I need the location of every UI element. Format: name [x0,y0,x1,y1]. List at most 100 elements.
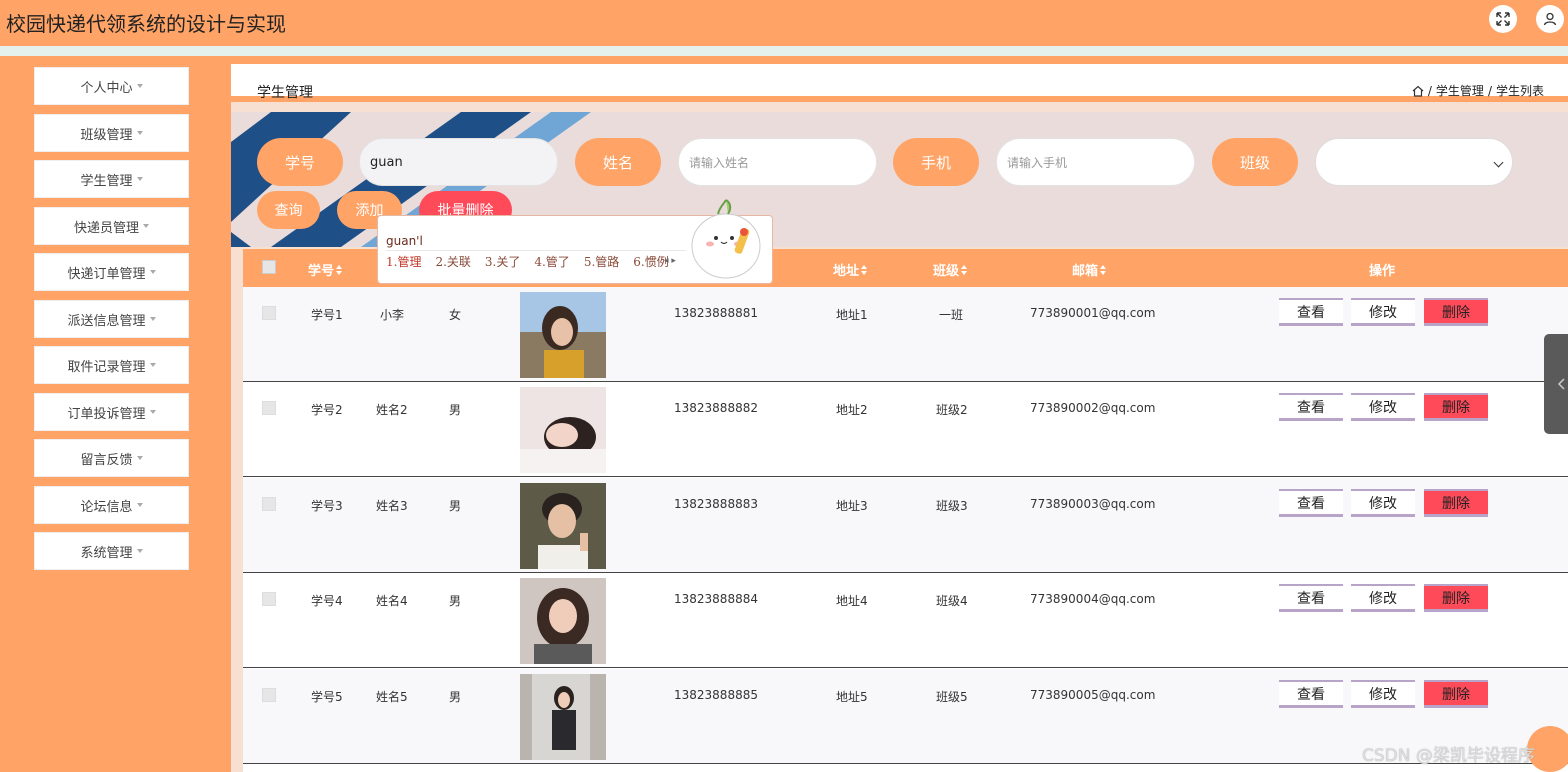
delete-button[interactable]: 删除 [1424,489,1488,517]
sidebar-item-student-management[interactable]: 学生管理 [34,160,189,198]
caret-down-icon [136,131,143,135]
student-id-label: 学号 [257,138,343,186]
app-title: 校园快递代领系统的设计与实现 [6,12,286,36]
cell-address: 地址4 [836,594,868,608]
ime-page-arrows-icon[interactable]: ◂ ▸ [664,256,676,266]
cell-student-id: 学号2 [311,403,343,417]
phone-input[interactable]: 请输入手机 [996,138,1195,186]
top-bar: 校园快递代领系统的设计与实现 [0,0,1568,46]
caret-down-icon [149,363,156,367]
sidebar-item-feedback[interactable]: 留言反馈 [34,439,189,477]
caret-down-icon [136,503,143,507]
breadcrumb-item-student-management[interactable]: 学生管理 [1436,82,1484,99]
ime-candidate[interactable]: 4.管了 [534,253,569,270]
breadcrumb: / 学生管理 / 学生列表 [1412,82,1544,99]
edit-button[interactable]: 修改 [1351,298,1415,326]
cell-gender: 男 [449,690,462,704]
caret-down-icon [136,177,143,181]
ime-candidate[interactable]: 1.管理 [386,253,421,270]
delete-button[interactable]: 删除 [1424,298,1488,326]
view-button[interactable]: 查看 [1279,393,1343,421]
table-row: 学号1 小李 女 13823888881 地址1 一班 773890001@qq… [243,287,1568,382]
delete-button[interactable]: 删除 [1424,584,1488,612]
sidebar-item-class-management[interactable]: 班级管理 [34,114,189,152]
main-top-stripe [231,56,1568,64]
delete-button[interactable]: 删除 [1424,680,1488,708]
user-button[interactable] [1536,5,1564,33]
caret-down-icon [149,410,156,414]
cell-gender: 男 [449,594,462,608]
cell-student-id: 学号1 [311,308,343,322]
class-select[interactable] [1315,138,1513,186]
view-button[interactable]: 查看 [1279,489,1343,517]
delete-button[interactable]: 删除 [1424,393,1488,421]
cell-address: 地址2 [836,403,868,417]
name-label: 姓名 [575,138,661,186]
sidebar-item-label: 快递员管理 [73,220,139,236]
fullscreen-button[interactable] [1489,5,1517,33]
sidebar-item-forum[interactable]: 论坛信息 [34,486,189,524]
ime-candidate[interactable]: 2.关联 [435,253,470,270]
cell-address: 地址1 [836,308,868,322]
cell-student-id: 学号4 [311,594,343,608]
column-header-label: 操作 [1369,264,1396,279]
column-header-label: 邮箱 [1072,264,1099,279]
expand-icon [1496,12,1510,26]
sidebar-item-order-complaints[interactable]: 订单投诉管理 [34,393,189,431]
edit-button[interactable]: 修改 [1351,584,1415,612]
student-photo [520,387,606,473]
ime-candidate[interactable]: 3.关了 [485,253,520,270]
cell-phone: 13823888883 [674,497,758,511]
column-header-email[interactable]: 邮箱 [1072,260,1107,279]
caret-down-icon [136,84,143,88]
ime-candidates: 1.管理 2.关联 3.关了 4.管了 5.管路 6.惯例 [386,253,683,270]
breadcrumb-separator: / [1487,83,1492,98]
sidebar-item-pickup-records[interactable]: 取件记录管理 [34,346,189,384]
sidebar-item-label: 个人中心 [80,80,133,96]
name-input[interactable]: 请输入姓名 [678,138,877,186]
row-checkbox[interactable] [262,401,276,415]
cell-gender: 女 [449,308,462,322]
student-id-input[interactable]: guan [359,138,558,186]
edit-button[interactable]: 修改 [1351,393,1415,421]
view-button[interactable]: 查看 [1279,680,1343,708]
ime-candidate[interactable]: 5.管路 [584,253,619,270]
watermark: CSDN @梁凯毕设程序 [1362,746,1535,766]
table-row: 学号3 姓名3 男 13823888883 地址3 班级3 773890003@… [243,478,1568,573]
cell-address: 地址3 [836,499,868,513]
student-photo [520,578,606,664]
cell-gender: 男 [449,499,462,513]
sidebar-item-label: 派送信息管理 [67,313,146,329]
column-header-label: 班级 [933,264,960,279]
side-drawer-handle[interactable] [1544,334,1568,434]
cell-address: 地址5 [836,690,868,704]
select-all-checkbox[interactable] [262,260,276,274]
view-button[interactable]: 查看 [1279,584,1343,612]
sidebar-item-delivery-info[interactable]: 派送信息管理 [34,300,189,338]
sidebar-item-order-management[interactable]: 快递订单管理 [34,253,189,291]
view-button[interactable]: 查看 [1279,298,1343,326]
column-header-address[interactable]: 地址 [833,260,868,279]
cell-email: 773890001@qq.com [1030,306,1156,320]
row-checkbox[interactable] [262,497,276,511]
chevron-down-icon [1493,157,1504,168]
row-checkbox[interactable] [262,688,276,702]
cell-name: 姓名5 [376,690,408,704]
column-header-class[interactable]: 班级 [933,260,968,279]
home-icon[interactable] [1412,85,1424,97]
edit-button[interactable]: 修改 [1351,680,1415,708]
edit-button[interactable]: 修改 [1351,489,1415,517]
sidebar-item-courier-management[interactable]: 快递员管理 [34,207,189,245]
cell-name: 姓名2 [376,403,408,417]
query-button[interactable]: 查询 [257,191,320,229]
student-photo [520,674,606,760]
column-header-student-id[interactable]: 学号 [308,260,343,279]
sidebar-item-system[interactable]: 系统管理 [34,532,189,570]
sidebar-item-personal-center[interactable]: 个人中心 [34,67,189,105]
cell-class: 班级2 [936,403,968,417]
cell-email: 773890002@qq.com [1030,401,1156,415]
row-checkbox[interactable] [262,592,276,606]
row-checkbox[interactable] [262,306,276,320]
cell-name: 姓名3 [376,499,408,513]
caret-down-icon [149,270,156,274]
